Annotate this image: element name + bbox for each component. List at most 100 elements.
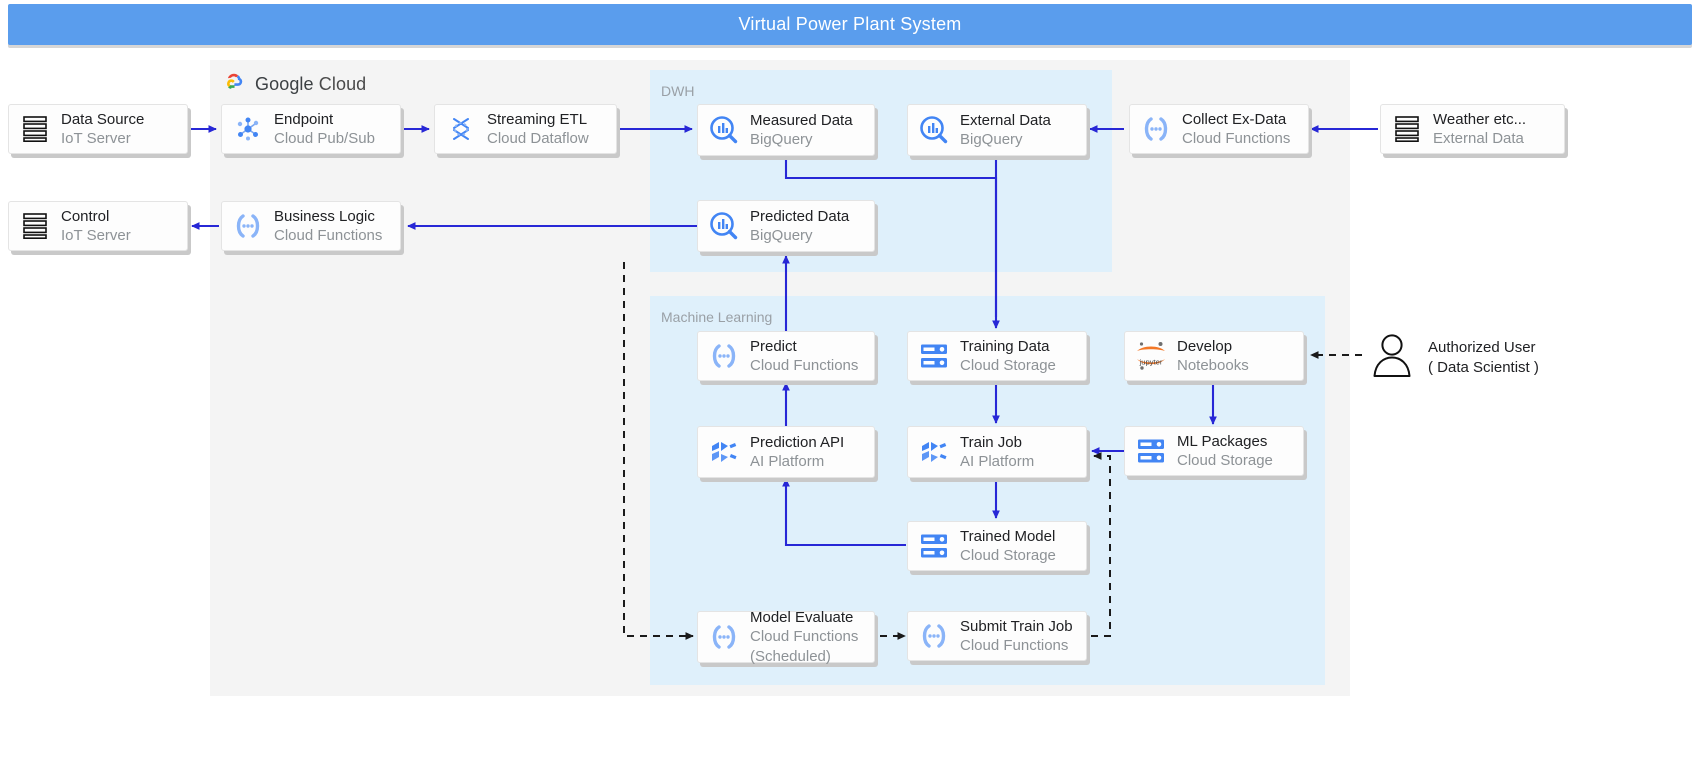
node-subtitle: Cloud Functions [1182,130,1291,147]
node-subtitle: External Data [1433,130,1524,147]
bigquery-icon [698,105,750,155]
region-dwh-label: DWH [661,83,695,99]
cloud-pubsub-icon [222,105,274,153]
jupyter-icon: jupyter [1125,332,1177,380]
node-label: External Data BigQuery [960,111,1051,149]
node-predicted-data[interactable]: Predicted Data BigQuery [697,200,875,252]
cloud-functions-icon [222,202,274,250]
node-subtitle: Cloud Functions [960,637,1069,654]
cloud-functions-icon [908,612,960,660]
cloud-storage-icon [908,522,960,570]
node-trained-model[interactable]: Trained Model Cloud Storage [907,521,1087,571]
node-data-source[interactable]: Data Source IoT Server [8,104,188,154]
node-subtitle: Cloud Dataflow [487,130,589,147]
node-label: Business Logic Cloud Functions [274,207,382,245]
node-title: Streaming ETL [487,110,588,128]
ai-platform-icon [698,427,750,477]
node-title: Submit Train Job [960,617,1073,635]
node-weather[interactable]: Weather etc... External Data [1380,104,1565,154]
node-subtitle: IoT Server [61,227,131,244]
google-cloud-name-rest: Cloud [318,73,367,94]
node-label: Develop Notebooks [1177,337,1249,375]
node-title: External Data [960,111,1051,129]
node-title: Measured Data [750,111,853,129]
node-subtitle: BigQuery [750,131,813,148]
node-title: Business Logic [274,207,375,225]
region-machine-learning-label: Machine Learning [661,309,773,325]
node-label: Predict Cloud Functions [750,337,858,375]
node-streaming-etl[interactable]: Streaming ETL Cloud Dataflow [434,104,617,154]
ai-platform-icon [908,427,960,477]
node-title: Predicted Data [750,207,850,225]
server-icon [1381,105,1433,153]
node-title: Develop [1177,337,1233,355]
node-label: Streaming ETL Cloud Dataflow [487,110,589,148]
google-cloud-logo [221,71,246,97]
cloud-dataflow-icon [435,105,487,153]
node-title: Training Data [960,337,1050,355]
bigquery-icon [908,105,960,155]
node-predict[interactable]: Predict Cloud Functions [697,331,875,381]
node-label: Model Evaluate Cloud Functions (Schedule… [750,608,858,666]
node-label: Endpoint Cloud Pub/Sub [274,110,375,148]
actor-label: Authorized User ( Data Scientist ) [1428,338,1539,377]
node-prediction-api[interactable]: Prediction API AI Platform [697,426,875,478]
node-label: Trained Model Cloud Storage [960,527,1056,565]
node-subtitle: BigQuery [750,227,813,244]
node-ml-packages[interactable]: ML Packages Cloud Storage [1124,426,1304,476]
node-collect-ex-data[interactable]: Collect Ex-Data Cloud Functions [1129,104,1309,154]
window-title-bar: Virtual Power Plant System [8,4,1692,45]
node-subtitle: Cloud Storage [960,547,1056,564]
node-subtitle: Notebooks [1177,357,1249,374]
node-label: Submit Train Job Cloud Functions [960,617,1073,655]
cloud-storage-icon [1125,427,1177,475]
google-cloud-name-bold: Google [255,73,314,94]
node-subtitle: BigQuery [960,131,1023,148]
node-subtitle: AI Platform [750,453,825,470]
node-measured-data[interactable]: Measured Data BigQuery [697,104,875,156]
node-develop[interactable]: jupyter Develop Notebooks [1124,331,1304,381]
node-subtitle: Cloud Functions [750,357,859,374]
actor-authorized-user: Authorized User ( Data Scientist ) [1370,332,1539,383]
node-external-data[interactable]: External Data BigQuery [907,104,1087,156]
node-note: (Scheduled) [750,647,831,665]
google-cloud-wordmark: Google Cloud [255,74,366,95]
node-subtitle: Cloud Functions [274,227,383,244]
cloud-functions-icon [1130,105,1182,153]
cloud-storage-icon [908,332,960,380]
node-submit-train-job[interactable]: Submit Train Job Cloud Functions [907,611,1087,661]
cloud-functions-icon [698,332,750,380]
node-endpoint[interactable]: Endpoint Cloud Pub/Sub [221,104,401,154]
actor-subtitle: ( Data Scientist ) [1428,358,1539,376]
node-label: Prediction API AI Platform [750,433,844,471]
node-label: Train Job AI Platform [960,433,1034,471]
node-title: ML Packages [1177,432,1268,450]
node-label: Data Source IoT Server [61,110,144,148]
person-icon [1370,332,1414,383]
node-subtitle: AI Platform [960,453,1035,470]
node-title: Trained Model [960,527,1056,545]
server-icon [9,202,61,250]
diagram-canvas: Virtual Power Plant System DWH Machine L… [0,0,1700,772]
cloud-functions-icon [698,612,750,662]
node-title: Endpoint [274,110,334,128]
node-business-logic[interactable]: Business Logic Cloud Functions [221,201,401,251]
node-train-job[interactable]: Train Job AI Platform [907,426,1087,478]
node-model-evaluate[interactable]: Model Evaluate Cloud Functions (Schedule… [697,608,875,666]
node-label: Control IoT Server [61,207,131,245]
node-label: Training Data Cloud Storage [960,337,1056,375]
actor-title: Authorized User [1428,339,1536,356]
node-label: Weather etc... External Data [1433,110,1526,148]
node-title: Train Job [960,433,1022,451]
node-title: Model Evaluate [750,609,854,627]
node-label: Collect Ex-Data Cloud Functions [1182,110,1290,148]
node-control[interactable]: Control IoT Server [8,201,188,251]
svg-text:jupyter: jupyter [1139,358,1163,367]
server-icon [9,105,61,153]
node-title: Data Source [61,110,145,128]
node-training-data[interactable]: Training Data Cloud Storage [907,331,1087,381]
node-title: Control [61,207,110,225]
node-label: Measured Data BigQuery [750,111,853,149]
node-title: Weather etc... [1433,110,1527,128]
node-label: Predicted Data BigQuery [750,207,849,245]
